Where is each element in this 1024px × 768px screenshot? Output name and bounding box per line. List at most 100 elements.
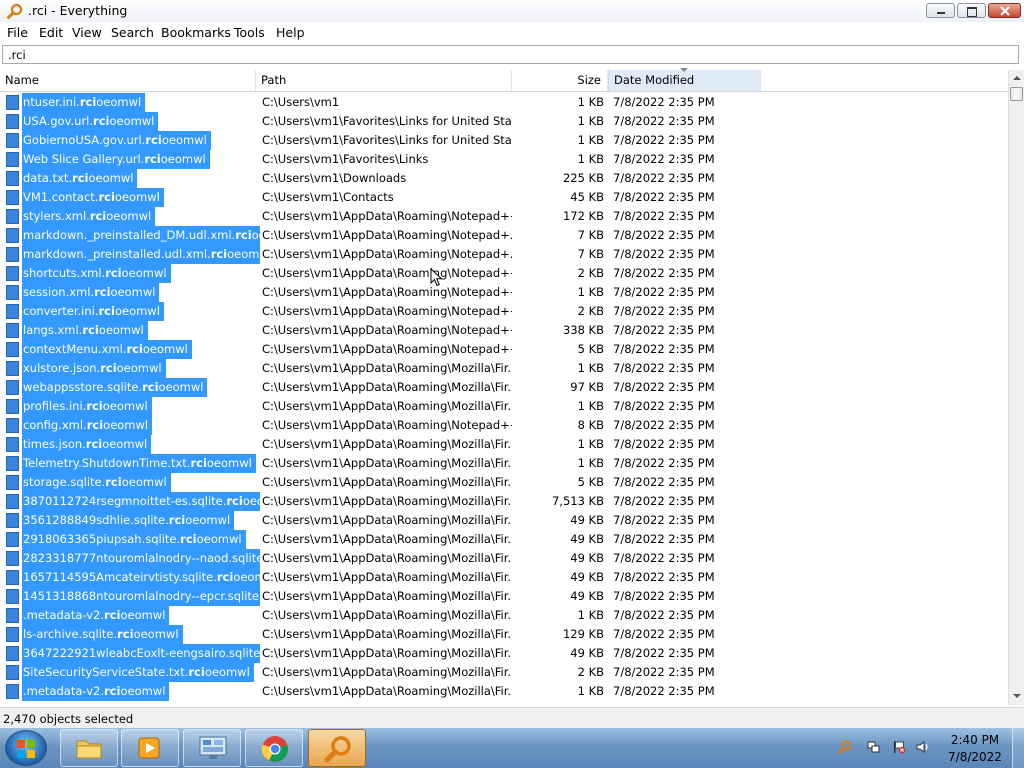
file-name-cell[interactable]: xulstore.json.rcioeomwl	[6, 359, 256, 378]
scroll-up-icon[interactable]	[1013, 76, 1021, 80]
table-row[interactable]: VM1.contact.rcioeomwl C:\Users\vm1\Contac…	[0, 188, 1008, 207]
table-row[interactable]: USA.gov.url.rcioeomwl C:\Users\vm1\Favori…	[0, 112, 1008, 131]
table-row[interactable]: SiteSecurityServiceState.txt.rcioeomwl C:…	[0, 663, 1008, 682]
file-name-cell[interactable]: SiteSecurityServiceState.txt.rcioeomwl	[6, 663, 256, 682]
table-row[interactable]: times.json.rcioeomwl C:\Users\vm1\AppData…	[0, 435, 1008, 454]
file-name-cell[interactable]: ntuser.ini.rcioeomwl	[6, 93, 256, 112]
table-row[interactable]: shortcuts.xml.rcioeomwl C:\Users\vm1\AppD…	[0, 264, 1008, 283]
maximize-button[interactable]	[957, 3, 986, 18]
file-name[interactable]: GobiernoUSA.gov.url.rcioeomwl	[22, 131, 211, 150]
file-name-cell[interactable]: webappsstore.sqlite.rcioeomwl	[6, 378, 256, 397]
file-name-cell[interactable]: markdown._preinstalled_DM.udl.xml.rcioe.…	[6, 226, 260, 245]
file-name[interactable]: markdown._preinstalled.udl.xml.rcioeomwl	[22, 245, 260, 264]
file-name[interactable]: ls-archive.sqlite.rcioeomwl	[22, 625, 183, 644]
table-row[interactable]: ntuser.ini.rcioeomwl C:\Users\vm1 1 KB 7/8/…	[0, 93, 1008, 112]
clock-time[interactable]: 2:40 PM	[940, 733, 1010, 747]
table-row[interactable]: xulstore.json.rcioeomwl C:\Users\vm1\AppD…	[0, 359, 1008, 378]
file-name-cell[interactable]: 3647222921wleabcEoxlt-eengsairo.sqlite.r…	[6, 644, 260, 663]
file-name[interactable]: times.json.rcioeomwl	[22, 435, 152, 454]
taskbar-media-player-button[interactable]	[121, 729, 179, 767]
menu-tools[interactable]: Tools	[234, 25, 265, 40]
file-name[interactable]: 3870112724rsegmnoittet-es.sqlite.rcioeom…	[22, 492, 260, 511]
everything-tray-icon[interactable]	[838, 740, 852, 754]
taskbar-explorer-button[interactable]	[60, 729, 118, 767]
file-name-cell[interactable]: langs.xml.rcioeomwl	[6, 321, 256, 340]
file-name[interactable]: 1451318868ntouromlalnodry--epcr.sqlite.r…	[22, 587, 260, 606]
file-name[interactable]: VM1.contact.rcioeomwl	[22, 188, 164, 207]
file-name[interactable]: Telemetry.ShutdownTime.txt.rcioeomwl	[22, 454, 256, 473]
taskbar-everything-button[interactable]	[308, 729, 366, 767]
file-name-cell[interactable]: .metadata-v2.rcioeomwl	[6, 682, 256, 701]
file-name-cell[interactable]: data.txt.rcioeomwl	[6, 169, 256, 188]
file-name[interactable]: .metadata-v2.rcioeomwl	[22, 606, 170, 625]
file-name[interactable]: 3647222921wleabcEoxlt-eengsairo.sqlite.r…	[22, 644, 260, 663]
table-row[interactable]: 1657114595Amcateirvtiѕty.sqlite.rcioeomw…	[0, 568, 1008, 587]
table-row[interactable]: 2918063365piupsah.sqlite.rcioeomwl C:\Use…	[0, 530, 1008, 549]
file-name-cell[interactable]: shortcuts.xml.rcioeomwl	[6, 264, 256, 283]
table-row[interactable]: config.xml.rcioeomwl C:\Users\vm1\AppData…	[0, 416, 1008, 435]
taskbar-control-panel-button[interactable]	[183, 729, 241, 767]
table-row[interactable]: .metadata-v2.rcioeomwl C:\Users\vm1\AppDa…	[0, 682, 1008, 701]
file-name-cell[interactable]: 1657114595Amcateirvtiѕty.sqlite.rcioeomw…	[6, 568, 260, 587]
file-name[interactable]: ntuser.ini.rcioeomwl	[22, 93, 146, 112]
menu-view[interactable]: View	[72, 25, 102, 40]
file-name[interactable]: .metadata-v2.rcioeomwl	[22, 682, 170, 701]
table-row[interactable]: 1451318868ntouromlalnodry--epcr.sqlite.r…	[0, 587, 1008, 606]
file-name-cell[interactable]: markdown._preinstalled.udl.xml.rcioeomwl	[6, 245, 260, 264]
file-name[interactable]: session.xml.rcioeomwl	[22, 283, 160, 302]
file-name[interactable]: converter.ini.rcioeomwl	[22, 302, 164, 321]
table-row[interactable]: webappsstore.sqlite.rcioeomwl C:\Users\vm…	[0, 378, 1008, 397]
search-input[interactable]	[2, 45, 1019, 64]
start-orb-icon[interactable]	[5, 730, 47, 766]
menu-search[interactable]: Search	[111, 25, 154, 40]
column-name[interactable]: Name	[0, 70, 256, 91]
file-name[interactable]: markdown._preinstalled_DM.udl.xml.rcioe.…	[22, 226, 260, 245]
file-name[interactable]: contextMenu.xml.rcioeomwl	[22, 340, 192, 359]
file-name[interactable]: storage.sqlite.rcioeomwl	[22, 473, 171, 492]
table-row[interactable]: 3870112724rsegmnoittet-es.sqlite.rcioeom…	[0, 492, 1008, 511]
results-list[interactable]: ntuser.ini.rcioeomwl C:\Users\vm1 1 KB 7/8/…	[0, 93, 1008, 705]
menu-help[interactable]: Help	[276, 25, 305, 40]
table-row[interactable]: .metadata-v2.rcioeomwl C:\Users\vm1\AppDa…	[0, 606, 1008, 625]
table-row[interactable]: 3647222921wleabcEoxlt-eengsairo.sqlite.r…	[0, 644, 1008, 663]
minimize-button[interactable]	[926, 3, 955, 18]
table-row[interactable]: 3561288849sdhlie.sqlite.rcioeomwl C:\User…	[0, 511, 1008, 530]
file-name-cell[interactable]: 3561288849sdhlie.sqlite.rcioeomwl	[6, 511, 256, 530]
table-row[interactable]: GobiernoUSA.gov.url.rcioeomwl C:\Users\vm…	[0, 131, 1008, 150]
file-name-cell[interactable]: storage.sqlite.rcioeomwl	[6, 473, 256, 492]
table-row[interactable]: stylers.xml.rcioeomwl C:\Users\vm1\AppDat…	[0, 207, 1008, 226]
file-name-cell[interactable]: stylers.xml.rcioeomwl	[6, 207, 256, 226]
table-row[interactable]: 2823318777ntouromlalnodry--naod.sqlite..…	[0, 549, 1008, 568]
table-row[interactable]: contextMenu.xml.rcioeomwl C:\Users\vm1\Ap…	[0, 340, 1008, 359]
table-row[interactable]: langs.xml.rcioeomwl C:\Users\vm1\AppData\…	[0, 321, 1008, 340]
menu-file[interactable]: File	[7, 25, 28, 40]
show-desktop-button[interactable]	[1012, 728, 1024, 768]
scroll-thumb[interactable]	[1010, 87, 1023, 101]
file-name[interactable]: USA.gov.url.rcioeomwl	[22, 112, 159, 131]
network-icon[interactable]	[867, 740, 881, 754]
table-row[interactable]: markdown._preinstalled.udl.xml.rcioeomwl…	[0, 245, 1008, 264]
file-name[interactable]: langs.xml.rcioeomwl	[22, 321, 148, 340]
file-name[interactable]: 3561288849sdhlie.sqlite.rcioeomwl	[22, 511, 235, 530]
file-name-cell[interactable]: Web Slice Gallery.url.rcioeomwl	[6, 150, 256, 169]
taskbar-chrome-button[interactable]	[245, 729, 303, 767]
column-size[interactable]: Size	[512, 70, 608, 91]
file-name-cell[interactable]: USA.gov.url.rcioeomwl	[6, 112, 256, 131]
file-name-cell[interactable]: contextMenu.xml.rcioeomwl	[6, 340, 256, 359]
file-name-cell[interactable]: Telemetry.ShutdownTime.txt.rcioeomwl	[6, 454, 256, 473]
file-name-cell[interactable]: converter.ini.rcioeomwl	[6, 302, 256, 321]
file-name-cell[interactable]: ls-archive.sqlite.rcioeomwl	[6, 625, 256, 644]
file-name[interactable]: profiles.ini.rcioeomwl	[22, 397, 152, 416]
column-path[interactable]: Path	[256, 70, 512, 91]
flag-icon[interactable]	[892, 740, 906, 754]
file-name[interactable]: xulstore.json.rcioeomwl	[22, 359, 166, 378]
file-name[interactable]: webappsstore.sqlite.rcioeomwl	[22, 378, 208, 397]
file-name[interactable]: data.txt.rcioeomwl	[22, 169, 138, 188]
file-name[interactable]: Web Slice Gallery.url.rcioeomwl	[22, 150, 210, 169]
file-name-cell[interactable]: times.json.rcioeomwl	[6, 435, 256, 454]
file-name[interactable]: stylers.xml.rcioeomwl	[22, 207, 156, 226]
clock-date[interactable]: 7/8/2022	[940, 750, 1010, 764]
menu-bookmarks[interactable]: Bookmarks	[161, 25, 231, 40]
table-row[interactable]: Web Slice Gallery.url.rcioeomwl C:\Users\…	[0, 150, 1008, 169]
table-row[interactable]: converter.ini.rcioeomwl C:\Users\vm1\AppD…	[0, 302, 1008, 321]
